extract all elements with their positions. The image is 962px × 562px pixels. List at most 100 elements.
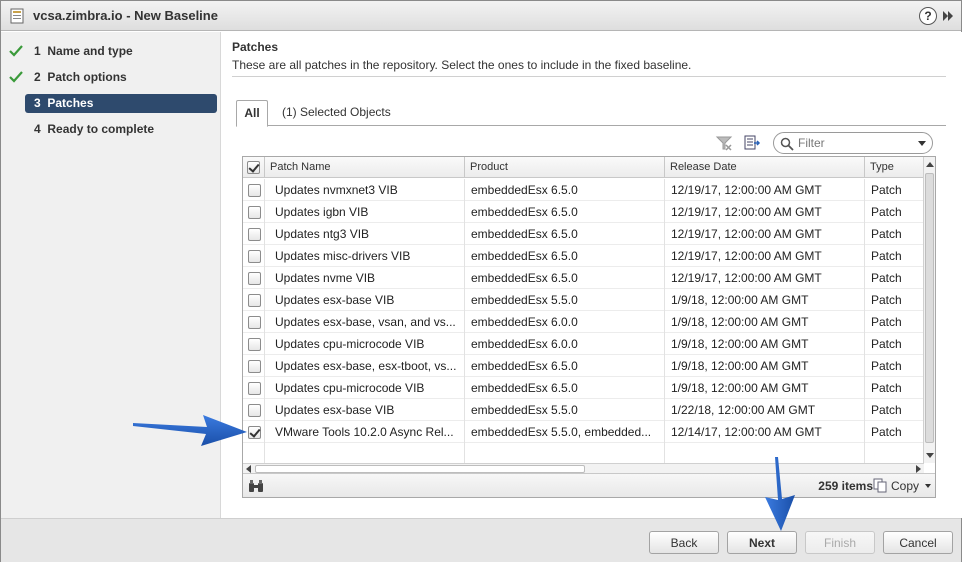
- scroll-thumb[interactable]: [255, 465, 585, 473]
- cell-release-date: 12/19/17, 12:00:00 AM GMT: [665, 245, 865, 267]
- cancel-button[interactable]: Cancel: [883, 531, 953, 554]
- grid-header: Patch Name Product Release Date Type: [243, 157, 924, 178]
- tab-all[interactable]: All: [236, 100, 268, 127]
- scroll-right-icon[interactable]: [916, 465, 921, 473]
- table-row[interactable]: Updates esx-base, vsan, and vs... embedde…: [243, 311, 924, 333]
- select-all-checkbox[interactable]: [247, 161, 260, 174]
- filter-dropdown-icon[interactable]: [918, 141, 926, 146]
- table-row[interactable]: Updates esx-base, esx-tboot, vs... embedd…: [243, 355, 924, 377]
- cell-release-date: 1/9/18, 12:00:00 AM GMT: [665, 333, 865, 355]
- column-header-patch-name[interactable]: Patch Name: [265, 157, 465, 178]
- table-row[interactable]: Updates ntg3 VIB embeddedEsx 6.5.0 12/19/1…: [243, 223, 924, 245]
- cell-product: embeddedEsx 6.5.0: [465, 377, 665, 399]
- cell-type: Patch: [871, 337, 902, 351]
- table-row[interactable]: Updates misc-drivers VIB embeddedEsx 6.5.…: [243, 245, 924, 267]
- scroll-up-icon[interactable]: [926, 162, 934, 167]
- cell-patch-name: Updates cpu-microcode VIB: [265, 333, 465, 355]
- copy-icon: [873, 478, 887, 493]
- cell-release-date: 12/19/17, 12:00:00 AM GMT: [665, 179, 865, 201]
- row-checkbox[interactable]: [248, 250, 261, 263]
- step-patch-options[interactable]: 2 Patch options: [1, 68, 221, 88]
- step-name-and-type[interactable]: 1 Name and type: [1, 42, 221, 62]
- horizontal-scrollbar[interactable]: [243, 463, 924, 473]
- cell-type: Patch: [871, 183, 902, 197]
- table-row[interactable]: Updates cpu-microcode VIB embeddedEsx 6.0…: [243, 333, 924, 355]
- annotation-arrow-down-icon: [765, 457, 795, 531]
- patches-grid: Patch Name Product Release Date Type Upd…: [242, 156, 936, 498]
- table-row[interactable]: Updates nvme VIB embeddedEsx 6.5.0 12/19/1…: [243, 267, 924, 289]
- cell-product: embeddedEsx 6.5.0: [465, 355, 665, 377]
- table-row[interactable]: VMware Tools 10.2.0 Async Rel... embedded…: [243, 421, 924, 443]
- row-checkbox[interactable]: [248, 228, 261, 241]
- cell-product: embeddedEsx 5.5.0: [465, 289, 665, 311]
- baseline-wizard-icon: [10, 8, 24, 24]
- step-label: Patches: [47, 96, 94, 110]
- cell-type: Patch: [871, 359, 902, 373]
- cell-release-date: 12/19/17, 12:00:00 AM GMT: [665, 201, 865, 223]
- step-patches[interactable]: 3 Patches: [1, 94, 221, 114]
- scroll-left-icon[interactable]: [246, 465, 251, 473]
- tab-selected-objects[interactable]: (1) Selected Objects: [276, 100, 397, 126]
- expand-icon[interactable]: [941, 9, 955, 23]
- cell-release-date: 12/19/17, 12:00:00 AM GMT: [665, 223, 865, 245]
- row-checkbox[interactable]: [248, 338, 261, 351]
- column-header-type[interactable]: Type: [865, 157, 924, 178]
- finish-button: Finish: [805, 531, 875, 554]
- cell-patch-name: VMware Tools 10.2.0 Async Rel...: [265, 421, 465, 443]
- step-ready-to-complete[interactable]: 4 Ready to complete: [1, 120, 221, 140]
- wizard-footer: Back Next Finish Cancel: [1, 518, 961, 562]
- cell-release-date: 12/19/17, 12:00:00 AM GMT: [665, 267, 865, 289]
- cell-type: Patch: [871, 271, 902, 285]
- vertical-scrollbar[interactable]: [923, 157, 935, 463]
- table-row[interactable]: Updates igbn VIB embeddedEsx 6.5.0 12/19/1…: [243, 201, 924, 223]
- cell-product: embeddedEsx 6.5.0: [465, 223, 665, 245]
- table-row[interactable]: Updates cpu-microcode VIB embeddedEsx 6.5…: [243, 377, 924, 399]
- clear-filter-icon[interactable]: [715, 134, 733, 152]
- table-row[interactable]: Updates esx-base VIB embeddedEsx 5.5.0 1/2…: [243, 399, 924, 421]
- column-header-product[interactable]: Product: [465, 157, 665, 178]
- cell-release-date: 1/9/18, 12:00:00 AM GMT: [665, 377, 865, 399]
- step-label: Name and type: [47, 44, 133, 58]
- row-checkbox[interactable]: [248, 404, 261, 417]
- step-label: Patch options: [47, 70, 127, 84]
- checkmark-icon: [9, 71, 23, 83]
- main-panel: Patches These are all patches in the rep…: [222, 32, 962, 518]
- next-button[interactable]: Next: [727, 531, 797, 554]
- cell-type: Patch: [871, 425, 902, 439]
- cell-product: embeddedEsx 5.5.0, embedded...: [465, 421, 665, 443]
- step-label: Ready to complete: [47, 122, 155, 136]
- row-checkbox[interactable]: [248, 426, 261, 439]
- export-list-icon[interactable]: [743, 134, 761, 152]
- cell-release-date: 1/9/18, 12:00:00 AM GMT: [665, 355, 865, 377]
- cell-product: embeddedEsx 6.5.0: [465, 201, 665, 223]
- row-checkbox[interactable]: [248, 294, 261, 307]
- cell-patch-name: Updates igbn VIB: [265, 201, 465, 223]
- grid-footer: 259 items Copy: [243, 473, 935, 497]
- cell-patch-name: Updates esx-base, vsan, and vs...: [265, 311, 465, 333]
- scroll-down-icon[interactable]: [926, 453, 934, 458]
- row-checkbox[interactable]: [248, 206, 261, 219]
- section-description: These are all patches in the repository.…: [232, 58, 692, 72]
- row-checkbox[interactable]: [248, 316, 261, 329]
- column-header-release-date[interactable]: Release Date: [665, 157, 865, 178]
- copy-button[interactable]: Copy: [873, 477, 931, 495]
- cell-type: Patch: [871, 381, 902, 395]
- filter-input[interactable]: [796, 135, 912, 151]
- back-button[interactable]: Back: [649, 531, 719, 554]
- row-checkbox[interactable]: [248, 382, 261, 395]
- binoculars-icon[interactable]: [248, 478, 264, 494]
- item-count: 259 items: [818, 479, 873, 493]
- row-checkbox[interactable]: [248, 184, 261, 197]
- row-checkbox[interactable]: [248, 360, 261, 373]
- filter-search-box[interactable]: [773, 132, 933, 154]
- cell-type: Patch: [871, 293, 902, 307]
- row-checkbox[interactable]: [248, 272, 261, 285]
- checkmark-icon: [9, 45, 23, 57]
- column-divider: [864, 443, 865, 465]
- scroll-thumb[interactable]: [925, 173, 934, 443]
- annotation-arrow-right-icon: [133, 415, 247, 446]
- tab-bar: All (1) Selected Objects: [236, 100, 946, 127]
- help-button[interactable]: ?: [919, 7, 937, 25]
- table-row[interactable]: Updates esx-base VIB embeddedEsx 5.5.0 1/9…: [243, 289, 924, 311]
- table-row[interactable]: Updates nvmxnet3 VIB embeddedEsx 6.5.0 12/…: [243, 179, 924, 201]
